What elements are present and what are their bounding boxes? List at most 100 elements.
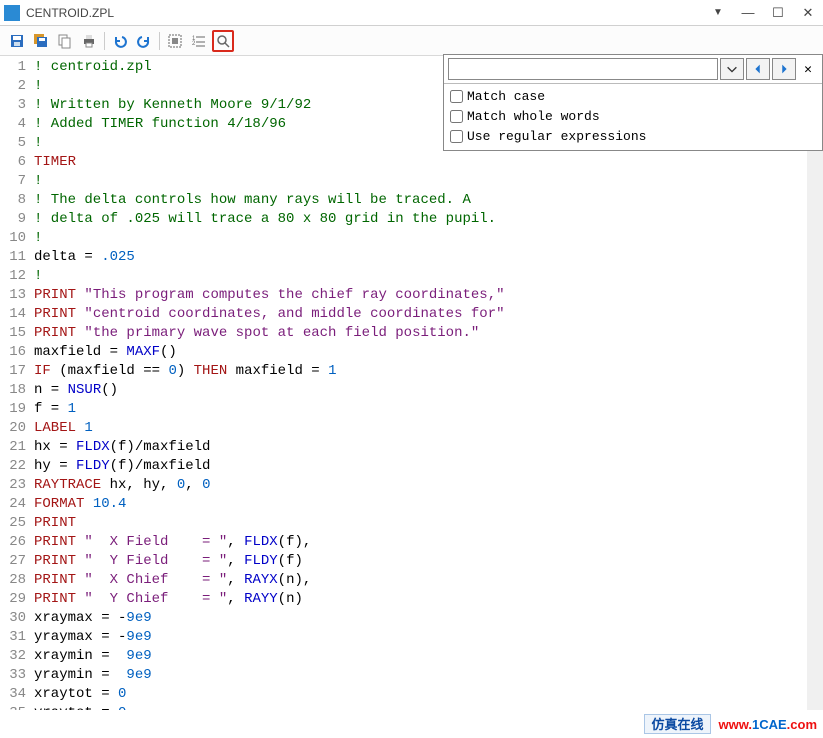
find-panel: ✕ Match case Match whole words Use regul… bbox=[443, 54, 823, 151]
maximize-button[interactable]: ☐ bbox=[763, 0, 793, 26]
editor-area[interactable]: 1234567891011121314151617181920212223242… bbox=[0, 56, 807, 710]
toolbar: 12 bbox=[0, 26, 823, 56]
search-dropdown-button[interactable] bbox=[720, 58, 744, 80]
line-number: 34 bbox=[0, 685, 26, 704]
select-all-button[interactable] bbox=[164, 30, 186, 52]
code-view[interactable]: ! centroid.zpl!! Written by Kenneth Moor… bbox=[34, 56, 807, 710]
line-number: 10 bbox=[0, 229, 26, 248]
line-number: 30 bbox=[0, 609, 26, 628]
line-number: 5 bbox=[0, 134, 26, 153]
line-number: 15 bbox=[0, 324, 26, 343]
minimize-button[interactable]: — bbox=[733, 0, 763, 26]
code-line[interactable]: maxfield = MAXF() bbox=[34, 343, 807, 362]
window-menu-button[interactable]: ▼ bbox=[703, 0, 733, 26]
line-number: 13 bbox=[0, 286, 26, 305]
whole-words-label: Match whole words bbox=[467, 109, 600, 124]
whole-words-option[interactable]: Match whole words bbox=[450, 106, 816, 126]
window-controls: ▼ — ☐ ✕ bbox=[703, 0, 823, 26]
code-line[interactable]: xraymax = -9e9 bbox=[34, 609, 807, 628]
saveall-button[interactable] bbox=[30, 30, 52, 52]
code-line[interactable]: yraytot = 0 bbox=[34, 704, 807, 710]
code-line[interactable]: hy = FLDY(f)/maxfield bbox=[34, 457, 807, 476]
undo-icon bbox=[112, 33, 128, 49]
window-title: CENTROID.ZPL bbox=[26, 6, 114, 20]
redo-button[interactable] bbox=[133, 30, 155, 52]
line-number: 1 bbox=[0, 58, 26, 77]
match-case-label: Match case bbox=[467, 89, 545, 104]
close-button[interactable]: ✕ bbox=[793, 0, 823, 26]
line-number: 24 bbox=[0, 495, 26, 514]
code-line[interactable]: ! bbox=[34, 267, 807, 286]
code-line[interactable]: PRINT " X Field = ", FLDX(f), bbox=[34, 533, 807, 552]
code-line[interactable]: ! The delta controls how many rays will … bbox=[34, 191, 807, 210]
code-line[interactable]: f = 1 bbox=[34, 400, 807, 419]
code-line[interactable]: PRINT bbox=[34, 514, 807, 533]
save-icon bbox=[9, 33, 25, 49]
code-line[interactable]: ! bbox=[34, 229, 807, 248]
line-number: 18 bbox=[0, 381, 26, 400]
line-numbers-icon: 12 bbox=[191, 33, 207, 49]
search-input[interactable] bbox=[448, 58, 718, 80]
line-numbers-button[interactable]: 12 bbox=[188, 30, 210, 52]
regex-label: Use regular expressions bbox=[467, 129, 646, 144]
code-line[interactable]: FORMAT 10.4 bbox=[34, 495, 807, 514]
undo-button[interactable] bbox=[109, 30, 131, 52]
code-line[interactable]: hx = FLDX(f)/maxfield bbox=[34, 438, 807, 457]
regex-checkbox[interactable] bbox=[450, 130, 463, 143]
code-line[interactable]: xraymin = 9e9 bbox=[34, 647, 807, 666]
code-line[interactable]: LABEL 1 bbox=[34, 419, 807, 438]
footer-watermark: 仿真在线 www.1CAE.com bbox=[644, 714, 817, 734]
line-number: 16 bbox=[0, 343, 26, 362]
footer-cn-badge: 仿真在线 bbox=[644, 714, 710, 734]
line-number: 25 bbox=[0, 514, 26, 533]
code-line[interactable]: PRINT "This program computes the chief r… bbox=[34, 286, 807, 305]
line-number: 2 bbox=[0, 77, 26, 96]
save-button[interactable] bbox=[6, 30, 28, 52]
line-number: 17 bbox=[0, 362, 26, 381]
find-close-button[interactable]: ✕ bbox=[798, 59, 818, 79]
select-all-icon bbox=[167, 33, 183, 49]
app-icon bbox=[4, 5, 20, 21]
arrow-left-icon bbox=[751, 62, 765, 76]
find-button[interactable] bbox=[212, 30, 234, 52]
line-number: 12 bbox=[0, 267, 26, 286]
line-number: 7 bbox=[0, 172, 26, 191]
code-line[interactable]: PRINT "the primary wave spot at each fie… bbox=[34, 324, 807, 343]
code-line[interactable]: xraytot = 0 bbox=[34, 685, 807, 704]
code-line[interactable]: IF (maxfield == 0) THEN maxfield = 1 bbox=[34, 362, 807, 381]
saveall-icon bbox=[33, 33, 49, 49]
code-line[interactable]: ! delta of .025 will trace a 80 x 80 gri… bbox=[34, 210, 807, 229]
copy-button[interactable] bbox=[54, 30, 76, 52]
code-line[interactable]: ! bbox=[34, 172, 807, 191]
code-line[interactable]: PRINT " Y Chief = ", RAYY(n) bbox=[34, 590, 807, 609]
code-line[interactable]: TIMER bbox=[34, 153, 807, 172]
find-prev-button[interactable] bbox=[746, 58, 770, 80]
line-number: 21 bbox=[0, 438, 26, 457]
code-line[interactable]: RAYTRACE hx, hy, 0, 0 bbox=[34, 476, 807, 495]
find-next-button[interactable] bbox=[772, 58, 796, 80]
print-button[interactable] bbox=[78, 30, 100, 52]
toolbar-separator bbox=[104, 32, 105, 50]
line-number: 8 bbox=[0, 191, 26, 210]
match-case-option[interactable]: Match case bbox=[450, 86, 816, 106]
whole-words-checkbox[interactable] bbox=[450, 110, 463, 123]
line-number: 19 bbox=[0, 400, 26, 419]
code-line[interactable]: yraymin = 9e9 bbox=[34, 666, 807, 685]
regex-option[interactable]: Use regular expressions bbox=[450, 126, 816, 146]
line-number: 28 bbox=[0, 571, 26, 590]
code-line[interactable]: delta = .025 bbox=[34, 248, 807, 267]
line-number: 9 bbox=[0, 210, 26, 229]
code-line[interactable]: n = NSUR() bbox=[34, 381, 807, 400]
line-number: 20 bbox=[0, 419, 26, 438]
code-line[interactable]: PRINT " X Chief = ", RAYX(n), bbox=[34, 571, 807, 590]
line-number: 31 bbox=[0, 628, 26, 647]
svg-text:2: 2 bbox=[192, 41, 196, 47]
copy-icon bbox=[57, 33, 73, 49]
line-number: 29 bbox=[0, 590, 26, 609]
vertical-scrollbar[interactable] bbox=[807, 56, 823, 710]
code-line[interactable]: PRINT " Y Field = ", FLDY(f) bbox=[34, 552, 807, 571]
line-number: 33 bbox=[0, 666, 26, 685]
code-line[interactable]: yraymax = -9e9 bbox=[34, 628, 807, 647]
match-case-checkbox[interactable] bbox=[450, 90, 463, 103]
code-line[interactable]: PRINT "centroid coordinates, and middle … bbox=[34, 305, 807, 324]
